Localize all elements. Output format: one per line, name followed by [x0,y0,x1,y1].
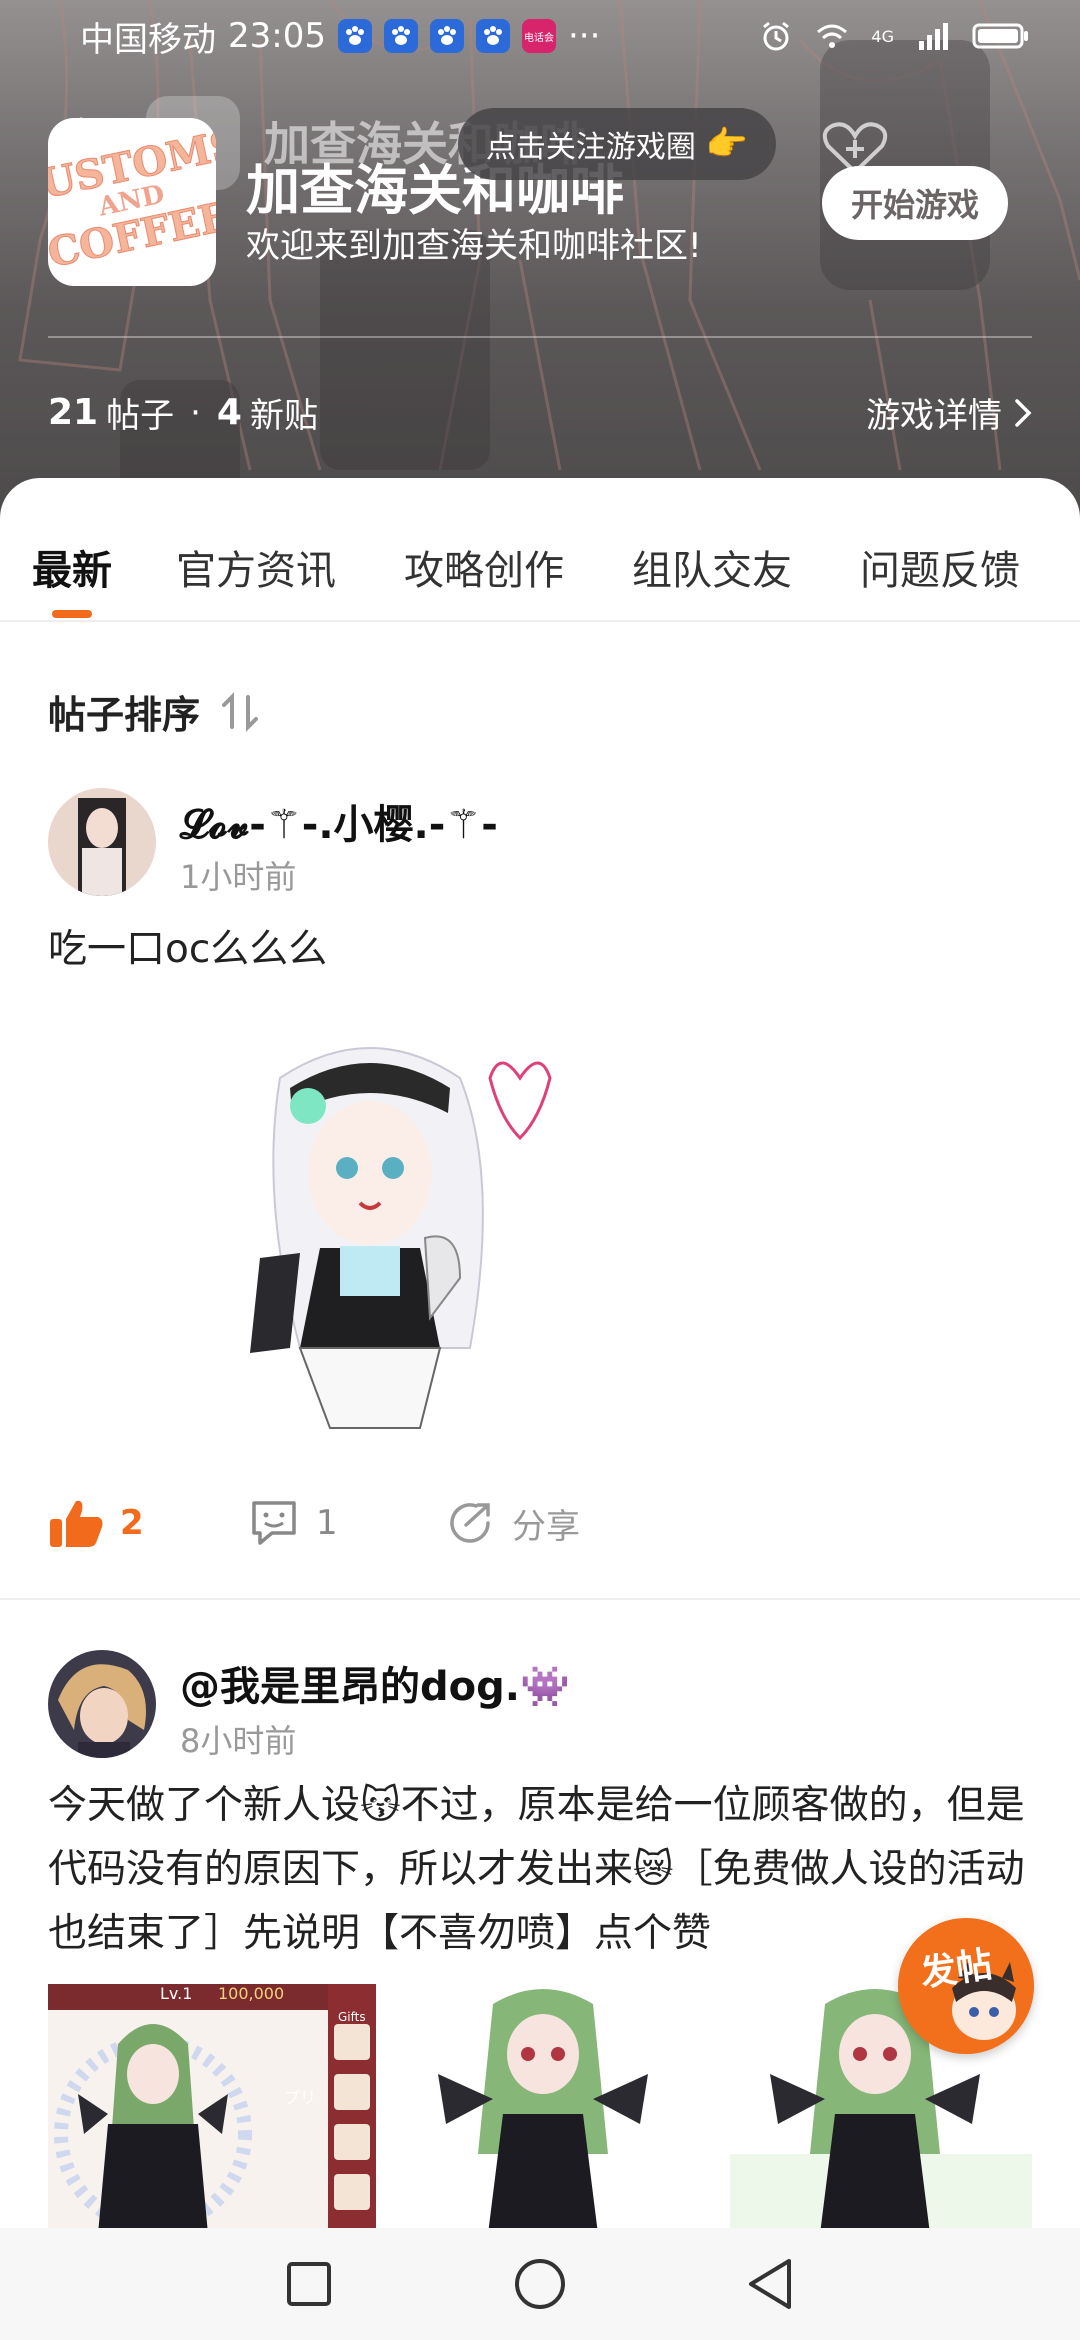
wifi-icon [817,24,848,48]
post-time: 8小时前 [180,1722,297,1760]
post-sort-control[interactable]: 帖子排序 [48,684,262,739]
posts-count: 21 [48,392,99,433]
tab-official-news[interactable]: 官方资讯 [176,538,336,596]
home-button[interactable] [510,2254,570,2314]
like-count: 2 [120,1503,144,1543]
welcome-text: 欢迎来到加查海关和咖啡社区! [246,226,702,266]
tab-guides[interactable]: 攻略创作 [404,538,564,596]
post-image-thumbnail[interactable]: Lv.1 100,000 Gifts プリ [48,1984,376,2234]
post-text: 今天做了个新人设😽不过，原本是给一位顾客做的，但是代码没有的原因下，所以才发出来… [48,1783,1025,1956]
character-image [398,1984,688,2234]
new-posts-label: 新贴 [249,396,318,436]
thumbs-up-icon [50,1500,103,1547]
follow-prompt-button[interactable]: 点击关注游戏圈 👉 [458,108,776,180]
create-post-label: 发帖 [917,1944,996,1995]
start-game-button[interactable]: 开始游戏 [822,166,1008,240]
app-screen: 中国移动 23:05 电话会 ··· 4G 加查海关和咖啡 CUSTOMS AN… [0,0,1080,2340]
header-divider [48,336,1032,338]
stats-separator: · [190,392,201,433]
status-right: 4G [759,19,1030,53]
tab-team-up[interactable]: 组队交友 [632,538,792,596]
posts-label: 帖子 [106,396,175,436]
post-card[interactable]: 𝓛𝓸𝓿-⚚-.小樱.-⚚- 1小时前 吃一口oc么么么 2 1 分享 [0,788,1080,1548]
recent-apps-button[interactable] [279,2254,339,2314]
circle-stats: 21 帖子 · 4 新贴 [48,388,318,437]
status-bar: 中国移动 23:05 电话会 ··· 4G [0,0,1080,72]
game-side-text: プリ [284,2088,317,2107]
avatar-image [48,1650,156,1758]
chevron-right-icon [1015,398,1032,427]
new-posts-count: 4 [216,392,242,433]
carrier-name: 中国移动 [80,19,216,60]
game-details-link[interactable]: 游戏详情 [866,388,1032,437]
author-avatar[interactable] [48,1650,156,1758]
like-button[interactable]: 2 [48,1497,144,1549]
paw-app-icon [337,19,372,53]
tab-latest[interactable]: 最新 [32,538,112,596]
meeting-app-icon: 电话会 [521,19,556,53]
post-actions: 2 1 分享 [48,1488,748,1558]
back-nav-button[interactable] [740,2254,800,2314]
post-divider [0,1598,1080,1600]
post-image-thumbnail[interactable] [398,1984,688,2234]
alarm-icon [763,21,790,51]
triangle-back-icon [749,2259,791,2309]
follow-prompt-label: 点击关注游戏圈 [485,130,696,165]
comment-button[interactable]: 1 [248,1497,338,1549]
game-logo: CUSTOMS AND COFFEE [48,118,216,286]
post-image-oc-character[interactable] [220,1018,560,1438]
system-navigation-bar [0,2228,1080,2340]
post-time: 1小时前 [180,858,297,896]
sort-icon [222,691,259,732]
author-avatar[interactable] [48,788,156,896]
active-tab-indicator [52,610,92,618]
game-logo-wordmark: CUSTOMS AND COFFEE [48,120,216,280]
tab-feedback[interactable]: 问题反馈 [860,538,1020,596]
game-level-label: Lv.1 [160,1984,193,2003]
network-type: 4G [871,27,894,46]
author-name[interactable]: 𝓛𝓸𝓿-⚚-.小樱.-⚚- [180,792,498,850]
avatar-image [48,788,156,896]
create-post-button[interactable]: 发帖 [898,1918,1034,2054]
paw-app-icon [383,19,418,53]
share-label: 分享 [512,1506,580,1547]
game-circle-header: 中国移动 23:05 电话会 ··· 4G 加查海关和咖啡 CUSTOMS AN… [0,0,1080,520]
comment-count: 1 [316,1503,338,1543]
post-text: 吃一口oc么么么 [48,927,328,972]
game-coins-label: 100,000 [218,1984,285,2003]
game-gifts-label: Gifts [338,2010,366,2024]
game-screenshot-image [48,1984,376,2234]
battery-icon [972,23,1028,49]
game-details-label: 游戏详情 [866,396,1002,436]
category-tabs: 最新 官方资讯 攻略创作 组队交友 问题反馈 [0,518,1080,618]
share-icon [450,1503,490,1543]
status-left: 中国移动 23:05 电话会 ··· [80,12,600,61]
paw-app-icon [475,19,510,53]
paw-app-icon [429,19,464,53]
meeting-app-label: 电话会 [523,32,554,44]
square-icon [287,2262,331,2306]
share-button[interactable]: 分享 [444,1497,580,1549]
sort-label: 帖子排序 [48,693,201,737]
author-name[interactable]: @我是里昂的dog.👾 [180,1654,570,1712]
clock: 23:05 [228,16,326,56]
comment-icon [252,1501,296,1545]
circle-icon [515,2259,565,2309]
pointing-hand-icon: 👉 [705,124,749,164]
more-notifications: ··· [567,16,601,56]
tabs-divider [0,620,1080,622]
signal-icon [919,23,948,50]
